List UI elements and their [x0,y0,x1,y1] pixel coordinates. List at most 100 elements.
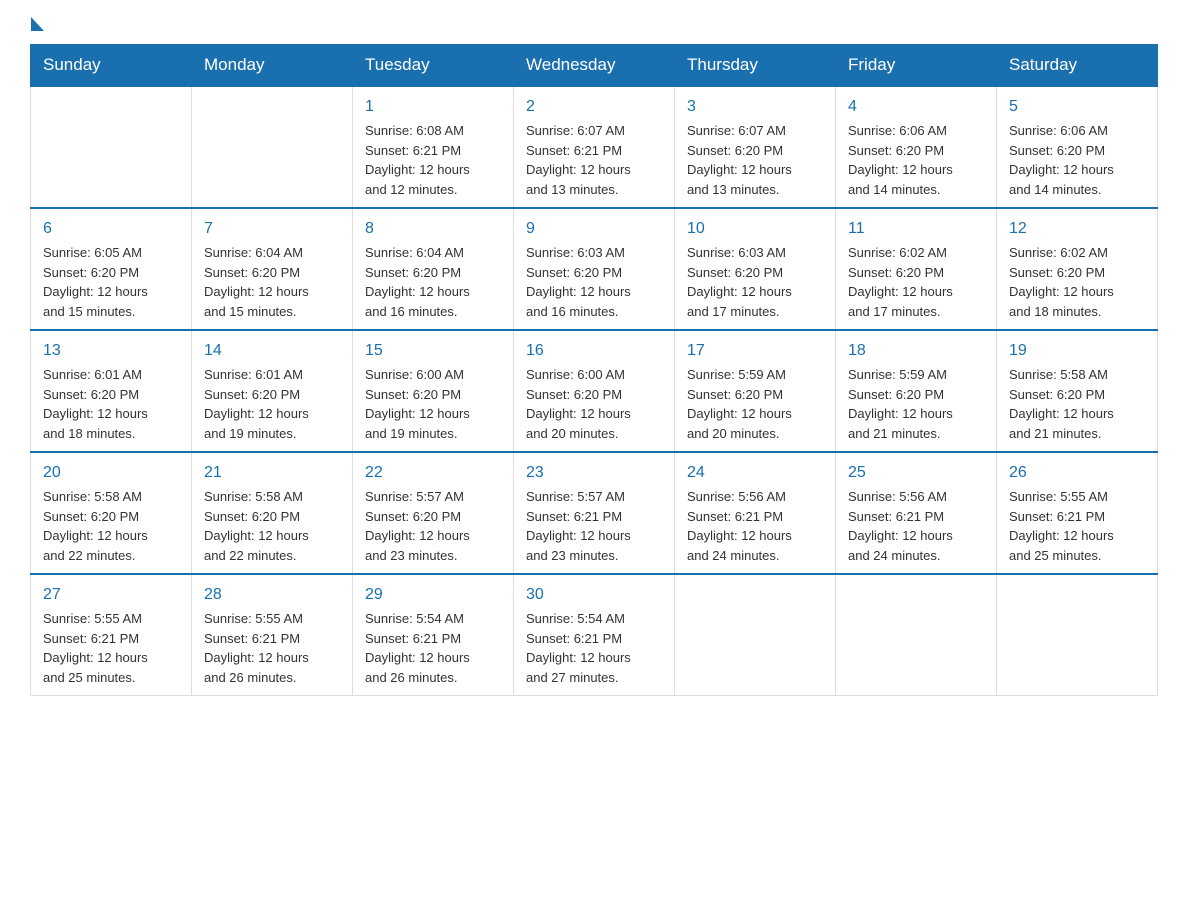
day-number: 6 [43,217,179,241]
calendar-cell: 17Sunrise: 5:59 AM Sunset: 6:20 PM Dayli… [675,330,836,452]
calendar-cell: 18Sunrise: 5:59 AM Sunset: 6:20 PM Dayli… [836,330,997,452]
day-info: Sunrise: 5:54 AM Sunset: 6:21 PM Dayligh… [526,609,662,687]
logo [30,20,44,34]
day-number: 23 [526,461,662,485]
day-number: 24 [687,461,823,485]
calendar-cell: 16Sunrise: 6:00 AM Sunset: 6:20 PM Dayli… [514,330,675,452]
day-info: Sunrise: 6:03 AM Sunset: 6:20 PM Dayligh… [526,243,662,321]
day-number: 29 [365,583,501,607]
weekday-header-monday: Monday [192,45,353,87]
day-number: 19 [1009,339,1145,363]
day-number: 13 [43,339,179,363]
day-number: 22 [365,461,501,485]
calendar-cell: 12Sunrise: 6:02 AM Sunset: 6:20 PM Dayli… [997,208,1158,330]
day-info: Sunrise: 6:00 AM Sunset: 6:20 PM Dayligh… [526,365,662,443]
day-number: 5 [1009,95,1145,119]
calendar-cell: 21Sunrise: 5:58 AM Sunset: 6:20 PM Dayli… [192,452,353,574]
day-number: 20 [43,461,179,485]
day-number: 2 [526,95,662,119]
calendar-cell: 1Sunrise: 6:08 AM Sunset: 6:21 PM Daylig… [353,86,514,208]
day-info: Sunrise: 6:04 AM Sunset: 6:20 PM Dayligh… [204,243,340,321]
day-info: Sunrise: 5:54 AM Sunset: 6:21 PM Dayligh… [365,609,501,687]
weekday-header-thursday: Thursday [675,45,836,87]
day-info: Sunrise: 6:03 AM Sunset: 6:20 PM Dayligh… [687,243,823,321]
calendar-cell [192,86,353,208]
day-number: 26 [1009,461,1145,485]
calendar-cell: 14Sunrise: 6:01 AM Sunset: 6:20 PM Dayli… [192,330,353,452]
calendar-cell: 10Sunrise: 6:03 AM Sunset: 6:20 PM Dayli… [675,208,836,330]
calendar-cell [31,86,192,208]
day-number: 12 [1009,217,1145,241]
calendar-cell: 11Sunrise: 6:02 AM Sunset: 6:20 PM Dayli… [836,208,997,330]
day-info: Sunrise: 5:59 AM Sunset: 6:20 PM Dayligh… [848,365,984,443]
weekday-header-row: SundayMondayTuesdayWednesdayThursdayFrid… [31,45,1158,87]
day-info: Sunrise: 5:55 AM Sunset: 6:21 PM Dayligh… [43,609,179,687]
calendar-cell [997,574,1158,696]
day-number: 28 [204,583,340,607]
calendar-cell: 2Sunrise: 6:07 AM Sunset: 6:21 PM Daylig… [514,86,675,208]
day-info: Sunrise: 5:57 AM Sunset: 6:21 PM Dayligh… [526,487,662,565]
calendar-cell: 13Sunrise: 6:01 AM Sunset: 6:20 PM Dayli… [31,330,192,452]
day-number: 11 [848,217,984,241]
calendar-cell: 19Sunrise: 5:58 AM Sunset: 6:20 PM Dayli… [997,330,1158,452]
day-info: Sunrise: 6:01 AM Sunset: 6:20 PM Dayligh… [204,365,340,443]
day-number: 15 [365,339,501,363]
day-info: Sunrise: 6:06 AM Sunset: 6:20 PM Dayligh… [848,121,984,199]
calendar-week-row: 6Sunrise: 6:05 AM Sunset: 6:20 PM Daylig… [31,208,1158,330]
calendar-cell [675,574,836,696]
calendar-cell [836,574,997,696]
day-number: 4 [848,95,984,119]
calendar-cell: 30Sunrise: 5:54 AM Sunset: 6:21 PM Dayli… [514,574,675,696]
calendar-cell: 27Sunrise: 5:55 AM Sunset: 6:21 PM Dayli… [31,574,192,696]
day-info: Sunrise: 6:07 AM Sunset: 6:20 PM Dayligh… [687,121,823,199]
day-info: Sunrise: 5:57 AM Sunset: 6:20 PM Dayligh… [365,487,501,565]
day-number: 1 [365,95,501,119]
calendar-week-row: 13 Sunrise: 6:01 AM Sunset: 6:20 PM Dayli… [31,330,1158,452]
day-number: 14 [204,339,340,363]
calendar-cell: 20Sunrise: 5:58 AM Sunset: 6:20 PM Dayli… [31,452,192,574]
weekday-header-saturday: Saturday [997,45,1158,87]
day-info: Sunrise: 6:02 AM Sunset: 6:20 PM Dayligh… [848,243,984,321]
day-info: Sunrise: 6:06 AM Sunset: 6:20 PM Dayligh… [1009,121,1145,199]
day-number: 25 [848,461,984,485]
calendar-cell: 29Sunrise: 5:54 AM Sunset: 6:21 PM Dayli… [353,574,514,696]
calendar-cell: 3Sunrise: 6:07 AM Sunset: 6:20 PM Daylig… [675,86,836,208]
weekday-header-friday: Friday [836,45,997,87]
day-number: 3 [687,95,823,119]
calendar-week-row: 27Sunrise: 5:55 AM Sunset: 6:21 PM Dayli… [31,574,1158,696]
day-number: 17 [687,339,823,363]
day-info: Sunrise: 5:58 AM Sunset: 6:20 PM Dayligh… [43,487,179,565]
calendar-cell: 28Sunrise: 5:55 AM Sunset: 6:21 PM Dayli… [192,574,353,696]
day-info: Sunrise: 5:58 AM Sunset: 6:20 PM Dayligh… [1009,365,1145,443]
logo-arrow-icon [31,17,44,31]
calendar-week-row: 20Sunrise: 5:58 AM Sunset: 6:20 PM Dayli… [31,452,1158,574]
day-number: 9 [526,217,662,241]
day-number: 30 [526,583,662,607]
day-info: Sunrise: 6:00 AM Sunset: 6:20 PM Dayligh… [365,365,501,443]
calendar-cell: 4Sunrise: 6:06 AM Sunset: 6:20 PM Daylig… [836,86,997,208]
day-info: Sunrise: 6:02 AM Sunset: 6:20 PM Dayligh… [1009,243,1145,321]
calendar-table: SundayMondayTuesdayWednesdayThursdayFrid… [30,44,1158,696]
day-number: 21 [204,461,340,485]
day-number: 8 [365,217,501,241]
calendar-cell: 8Sunrise: 6:04 AM Sunset: 6:20 PM Daylig… [353,208,514,330]
calendar-cell: 26Sunrise: 5:55 AM Sunset: 6:21 PM Dayli… [997,452,1158,574]
weekday-header-sunday: Sunday [31,45,192,87]
day-info: Sunrise: 5:58 AM Sunset: 6:20 PM Dayligh… [204,487,340,565]
calendar-cell: 9Sunrise: 6:03 AM Sunset: 6:20 PM Daylig… [514,208,675,330]
day-info: Sunrise: 5:56 AM Sunset: 6:21 PM Dayligh… [687,487,823,565]
calendar-cell: 7Sunrise: 6:04 AM Sunset: 6:20 PM Daylig… [192,208,353,330]
day-info: Sunrise: 5:59 AM Sunset: 6:20 PM Dayligh… [687,365,823,443]
day-number: 10 [687,217,823,241]
page-header [30,20,1158,34]
day-info: Sunrise: 6:08 AM Sunset: 6:21 PM Dayligh… [365,121,501,199]
day-info: Sunrise: 6:04 AM Sunset: 6:20 PM Dayligh… [365,243,501,321]
weekday-header-tuesday: Tuesday [353,45,514,87]
day-info: Sunrise: 5:55 AM Sunset: 6:21 PM Dayligh… [1009,487,1145,565]
calendar-cell: 23Sunrise: 5:57 AM Sunset: 6:21 PM Dayli… [514,452,675,574]
day-info: Sunrise: 5:56 AM Sunset: 6:21 PM Dayligh… [848,487,984,565]
calendar-cell: 6Sunrise: 6:05 AM Sunset: 6:20 PM Daylig… [31,208,192,330]
calendar-cell: 5Sunrise: 6:06 AM Sunset: 6:20 PM Daylig… [997,86,1158,208]
day-info: Sunrise: 6:07 AM Sunset: 6:21 PM Dayligh… [526,121,662,199]
day-info: Sunrise: 6:05 AM Sunset: 6:20 PM Dayligh… [43,243,179,321]
